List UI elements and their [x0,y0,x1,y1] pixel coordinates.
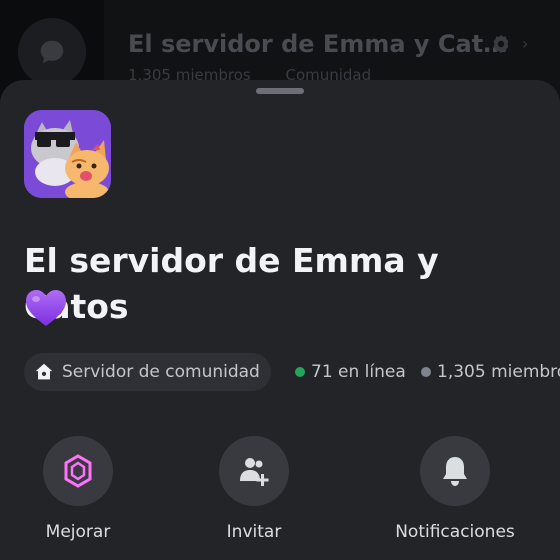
notifications-button-circle[interactable] [420,436,490,506]
boost-button[interactable]: Mejorar [18,436,138,560]
member-count-label: 1,305 miembro [437,362,560,382]
notifications-button[interactable]: Notificaciones [395,436,515,560]
invite-button[interactable]: Invitar [194,436,314,560]
server-name: El servidor de Emma y Catos [24,241,439,326]
community-server-badge[interactable]: Servidor de comunidad [24,353,271,391]
invite-button-label: Invitar [226,522,282,542]
bell-icon [443,457,467,486]
online-status-dot [295,367,305,377]
gear-icon[interactable] [490,33,512,55]
member-count: 1,305 miembro [421,362,560,382]
notifications-button-label: Notificaciones [395,522,515,542]
invite-button-circle[interactable] [219,436,289,506]
server-icon [24,110,111,198]
background-server-title[interactable]: El servidor de Emma y Cat… [128,30,507,58]
online-count: 71 en línea [295,362,406,382]
boost-button-label: Mejorar [45,522,111,542]
member-status-dot [421,367,431,377]
purple-heart-icon [26,290,66,326]
chat-bubble-icon[interactable] [18,18,86,86]
online-count-label: 71 en línea [311,362,406,382]
boost-button-circle[interactable] [43,436,113,506]
chevron-right-icon[interactable]: › [522,34,528,53]
boost-gem-icon [64,454,92,488]
home-icon [35,363,53,380]
add-user-icon [240,458,269,486]
sheet-drag-handle[interactable] [256,88,304,94]
community-badge-label: Servidor de comunidad [62,362,260,382]
